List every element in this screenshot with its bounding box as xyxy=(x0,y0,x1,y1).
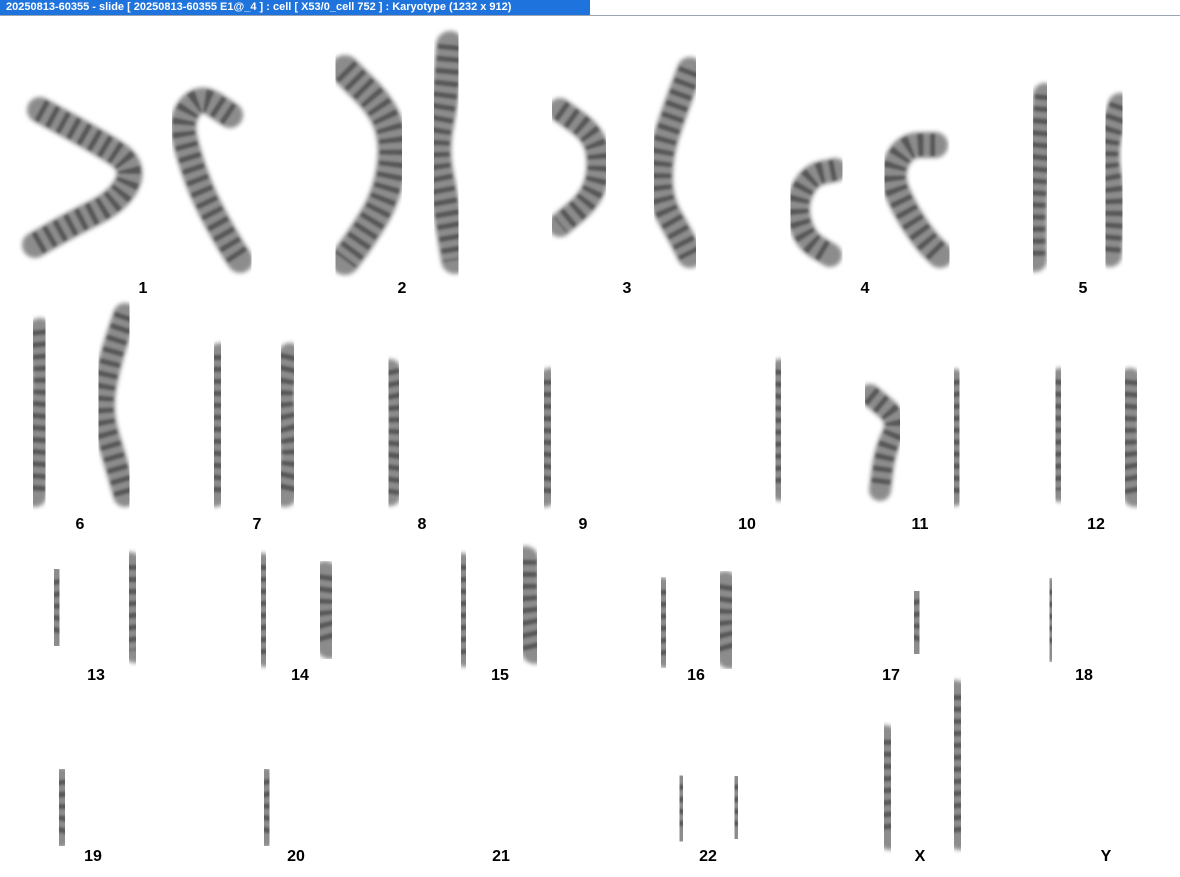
chromosome-1-b[interactable] xyxy=(170,87,253,273)
chromosome-2-b[interactable] xyxy=(423,31,469,274)
chromosome-6-b[interactable] xyxy=(91,303,137,507)
chromatid-body xyxy=(203,343,232,507)
chromatid-body xyxy=(649,577,678,668)
chromosome-19-a[interactable] xyxy=(47,767,78,848)
chromosome-label-14: 14 xyxy=(291,667,309,684)
chromosome-label-9: 9 xyxy=(579,516,588,533)
chromosome-14-a[interactable] xyxy=(250,553,277,667)
chromosome-label-X: X xyxy=(915,848,926,865)
chromosome-label-21: 21 xyxy=(492,848,510,865)
chromosome-label-1: 1 xyxy=(139,280,148,297)
chromosome-22-a[interactable] xyxy=(667,772,696,845)
chromosome-11-b[interactable] xyxy=(944,369,970,506)
chromosome-7-a[interactable] xyxy=(203,343,232,507)
chromosome-label-19: 19 xyxy=(84,848,102,865)
chromosome-X-a[interactable] xyxy=(869,725,905,850)
chromosome-2-a[interactable] xyxy=(330,55,408,275)
chromosome-label-18: 18 xyxy=(1075,667,1093,684)
chromosome-9-a[interactable] xyxy=(533,368,562,507)
chromosome-15-a[interactable] xyxy=(450,553,477,667)
chromosome-label-5: 5 xyxy=(1079,280,1088,297)
chromosome-11-a[interactable] xyxy=(859,384,906,501)
chromatid-body xyxy=(940,680,975,850)
chromosome-8-a[interactable] xyxy=(379,359,409,506)
chromosome-6-a[interactable] xyxy=(23,318,56,507)
chromosome-22-b[interactable] xyxy=(722,772,751,843)
chromosome-label-Y: Y xyxy=(1101,848,1112,865)
chromosome-label-22: 22 xyxy=(699,848,717,865)
chromosome-13-a[interactable] xyxy=(40,565,74,650)
chromosome-label-4: 4 xyxy=(861,280,870,297)
chromosome-18-a[interactable] xyxy=(1037,577,1065,663)
chromosome-7-b[interactable] xyxy=(271,343,304,507)
chromosome-label-10: 10 xyxy=(738,516,756,533)
chromosome-1-a[interactable] xyxy=(22,97,143,258)
chromosome-label-20: 20 xyxy=(287,848,305,865)
chromosome-label-12: 12 xyxy=(1087,516,1105,533)
chromosome-label-17: 17 xyxy=(882,667,900,684)
chromosome-label-8: 8 xyxy=(418,516,427,533)
chromosome-label-16: 16 xyxy=(687,667,705,684)
chromosome-20-a[interactable] xyxy=(252,767,282,848)
chromosome-12-a[interactable] xyxy=(1044,368,1072,502)
chromosome-5-b[interactable] xyxy=(1096,93,1132,267)
chromosome-4-b[interactable] xyxy=(880,132,953,268)
chromosome-10-b[interactable] xyxy=(765,359,791,501)
chromosome-label-3: 3 xyxy=(623,280,632,297)
karyogram-canvas: 1 2 3 4 56 7 8 9 10 11 1213 14 15 16 17 1819 20 21 22 X Y xyxy=(22,31,1147,865)
chromosome-label-6: 6 xyxy=(76,516,85,533)
chromosome-13-b[interactable] xyxy=(117,552,148,663)
chromosome-5-a[interactable] xyxy=(1023,83,1057,272)
chromosome-label-7: 7 xyxy=(253,516,262,533)
chromosome-14-b[interactable] xyxy=(307,561,344,659)
chromosome-label-2: 2 xyxy=(398,280,407,297)
chromosome-4-a[interactable] xyxy=(786,158,847,267)
chromosome-16-a[interactable] xyxy=(649,577,678,668)
chromosome-15-b[interactable] xyxy=(511,546,549,664)
chromosome-3-b[interactable] xyxy=(647,57,703,268)
chromosome-16-b[interactable] xyxy=(707,571,744,669)
chromosome-label-15: 15 xyxy=(491,667,509,684)
chromosome-3-a[interactable] xyxy=(548,98,611,237)
chromosome-12-b[interactable] xyxy=(1114,368,1147,507)
chromosome-X-b[interactable] xyxy=(940,680,975,850)
chromosome-17-b[interactable] xyxy=(902,587,932,658)
chromosome-label-13: 13 xyxy=(87,667,105,684)
chromosome-label-11: 11 xyxy=(912,516,929,533)
